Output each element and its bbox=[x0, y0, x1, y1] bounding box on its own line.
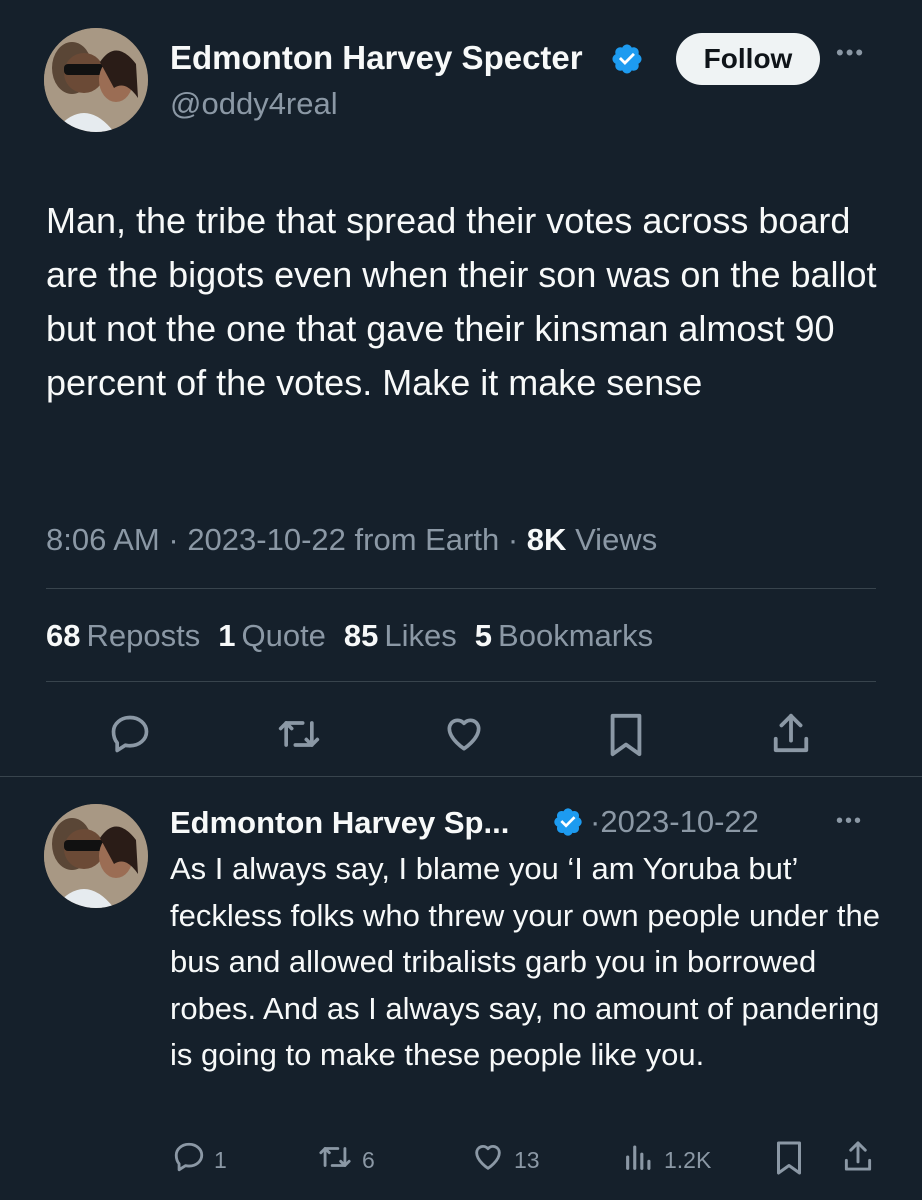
verified-badge-icon bbox=[610, 42, 644, 76]
reply-text: As I always say, I blame you ‘I am Yorub… bbox=[170, 851, 880, 1072]
reply-icon[interactable] bbox=[108, 712, 152, 756]
tweet-text: Man, the tribe that spread their votes a… bbox=[46, 200, 877, 403]
likes-count: 85 bbox=[343, 618, 379, 653]
repost-icon bbox=[316, 1140, 354, 1180]
tweet-meta: 8:06 AM · 2023-10-22 from Earth · 8K Vie… bbox=[46, 522, 657, 558]
reposts-stat[interactable]: 68 Reposts bbox=[46, 618, 200, 654]
reply-author-avatar[interactable] bbox=[44, 804, 148, 908]
reply-more-options-icon[interactable]: ••• bbox=[836, 810, 863, 833]
more-options-icon[interactable]: ••• bbox=[836, 40, 865, 66]
tweet-time[interactable]: 8:06 AM bbox=[46, 522, 160, 557]
views-icon bbox=[622, 1140, 656, 1180]
bookmarks-label: Bookmarks bbox=[498, 618, 654, 653]
bookmarks-stat[interactable]: 5 Bookmarks bbox=[475, 618, 653, 654]
reply-date-line: ·2023-10-22 bbox=[590, 804, 759, 840]
share-icon[interactable] bbox=[770, 710, 812, 756]
verified-badge-icon bbox=[552, 806, 584, 838]
author-name[interactable]: Edmonton Harvey Specter bbox=[170, 38, 583, 78]
meta-separator: · bbox=[507, 522, 527, 557]
reposts-label: Reposts bbox=[86, 618, 201, 653]
divider bbox=[0, 776, 922, 777]
author-handle[interactable]: @oddy4real bbox=[170, 86, 338, 122]
divider bbox=[46, 681, 876, 682]
bookmark-icon[interactable] bbox=[774, 1140, 804, 1176]
reply-views-action[interactable]: 1.2K bbox=[622, 1140, 711, 1180]
reposts-count: 68 bbox=[46, 618, 81, 653]
share-icon[interactable] bbox=[842, 1138, 874, 1174]
reply-icon bbox=[172, 1140, 206, 1180]
quote-count: 1 bbox=[218, 618, 236, 653]
tweet-date[interactable]: 2023-10-22 bbox=[187, 522, 346, 557]
tweet-stats: 68 Reposts 1 Quote 85 Likes 5 Bookmarks bbox=[46, 618, 653, 654]
reply-date[interactable]: 2023-10-22 bbox=[600, 804, 759, 839]
reply-replies-action[interactable]: 1 bbox=[172, 1140, 227, 1180]
views-count: 8K bbox=[526, 522, 567, 557]
like-icon[interactable] bbox=[441, 712, 487, 756]
reply-author-name[interactable]: Edmonton Harvey Sp... bbox=[170, 805, 509, 841]
likes-count: 13 bbox=[514, 1146, 540, 1173]
divider bbox=[46, 588, 876, 589]
bookmark-icon[interactable] bbox=[606, 712, 646, 758]
reply-likes-action[interactable]: 13 bbox=[470, 1140, 540, 1180]
views-count: 1.2K bbox=[664, 1146, 712, 1173]
likes-stat[interactable]: 85 Likes bbox=[344, 618, 457, 654]
like-icon bbox=[470, 1140, 506, 1180]
likes-label: Likes bbox=[384, 618, 457, 653]
views-label: Views bbox=[575, 522, 658, 557]
tweet-source: from Earth bbox=[354, 522, 500, 557]
reposts-count: 6 bbox=[362, 1146, 375, 1173]
repost-icon[interactable] bbox=[275, 712, 323, 756]
replies-count: 1 bbox=[214, 1146, 227, 1173]
quote-stat[interactable]: 1 Quote bbox=[218, 618, 326, 654]
follow-button[interactable]: Follow bbox=[676, 33, 820, 85]
meta-separator: · bbox=[590, 804, 601, 839]
author-avatar[interactable] bbox=[44, 28, 148, 132]
reply-reposts-action[interactable]: 6 bbox=[316, 1140, 375, 1180]
meta-separator: · bbox=[168, 522, 188, 557]
bookmarks-count: 5 bbox=[474, 618, 493, 653]
quote-label: Quote bbox=[241, 618, 326, 653]
